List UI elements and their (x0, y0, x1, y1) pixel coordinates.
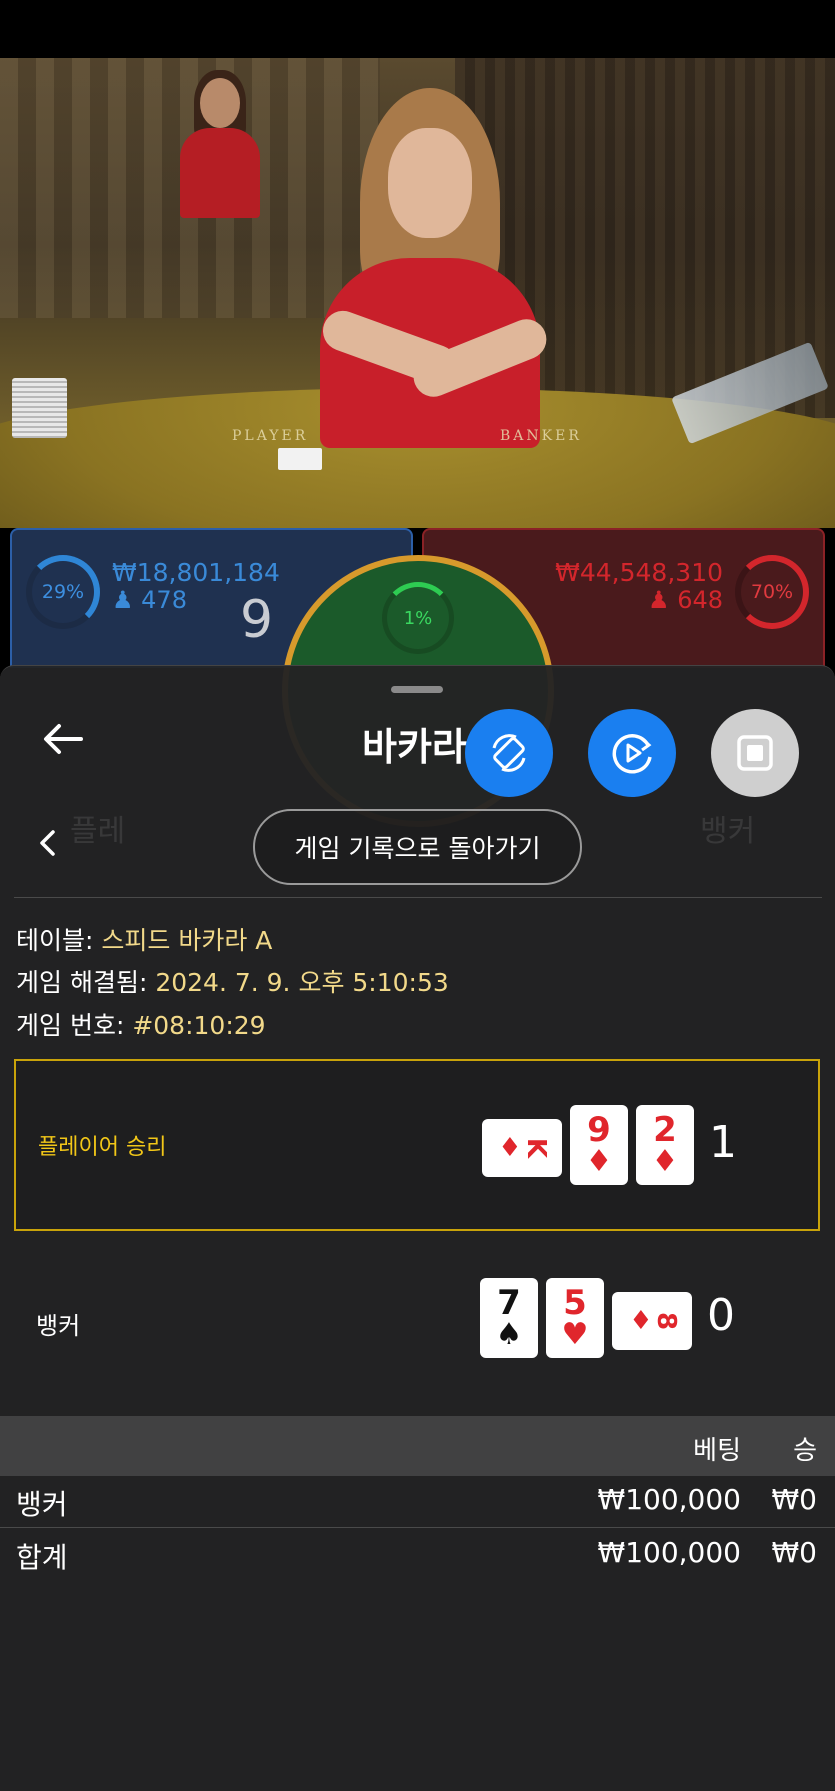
status-bar (0, 0, 835, 58)
playing-card: 2 ♦ (636, 1105, 694, 1185)
bet-column-header: 베팅 (693, 1436, 741, 1466)
game-number-label: 게임 번호: (16, 1011, 133, 1040)
ghost-text: 뱅커 (700, 814, 756, 849)
card-suit: ♥ (561, 1317, 589, 1352)
banker-result-total: 0 (707, 1290, 735, 1341)
player-percent-ring: 29% (26, 555, 100, 629)
dealer (300, 88, 560, 448)
divider (0, 1527, 835, 1528)
discard-pile (12, 378, 67, 438)
table-label-banker: BANKER (500, 428, 582, 444)
player-score: 9 (240, 590, 274, 650)
banker-count-value: 648 (677, 586, 723, 614)
resolved-info-label: 게임 해결됨: (16, 968, 156, 997)
table-info: 테이블: 스피드 바카라 A (16, 921, 272, 957)
card-suit: ♦ (498, 1133, 522, 1163)
player-count-value: 478 (141, 586, 187, 614)
rotate-view-button[interactable] (465, 709, 553, 797)
game-number-value: #08:10:29 (132, 1011, 266, 1040)
rotate-icon (492, 734, 526, 772)
previous-button[interactable] (30, 826, 64, 860)
card-suit: ♦ (585, 1144, 613, 1179)
tie-percent-ring: 1% (382, 582, 454, 654)
card-rank: 9 (587, 1110, 611, 1150)
back-to-history-button[interactable]: 게임 기록으로 돌아가기 (253, 809, 582, 885)
divider (14, 897, 822, 898)
stop-icon (737, 735, 773, 771)
table-info-label: 테이블: (16, 926, 102, 955)
bet-row-amount: ₩100,000 (597, 1483, 741, 1516)
chevron-left-icon (40, 830, 55, 856)
video-replay-button[interactable] (588, 709, 676, 797)
game-number-info: 게임 번호: #08:10:29 (16, 1006, 266, 1042)
card-rank: 2 (653, 1110, 677, 1150)
card-rank: 8 (650, 1311, 681, 1331)
card-rank: K (520, 1137, 551, 1159)
bet-total-amount: ₩100,000 (597, 1536, 741, 1569)
banker-result-label: 뱅커 (36, 1312, 81, 1340)
banker-bettor-count: ♟︎ 648 (648, 586, 723, 614)
table-label-player: PLAYER (232, 428, 309, 444)
table-info-value: 스피드 바카라 A (101, 926, 273, 955)
drag-handle[interactable] (391, 686, 443, 693)
playing-card: ♦ K (482, 1119, 562, 1177)
live-video-stream: PLAYER BANKER (0, 58, 835, 528)
bet-row-name: 뱅커 (16, 1488, 68, 1521)
back-button[interactable] (40, 716, 86, 762)
background-dealer (170, 68, 270, 218)
ghost-text: 플레 (70, 814, 126, 849)
playing-card: 5 ♥ (546, 1278, 604, 1358)
bet-total-win: ₩0 (771, 1536, 818, 1569)
person-icon: ♟︎ (648, 586, 670, 614)
stop-button[interactable] (711, 709, 799, 797)
table-card (278, 448, 322, 470)
video-replay-icon (612, 734, 652, 774)
banker-percent: 70% (750, 581, 794, 603)
bet-row-win: ₩0 (771, 1483, 818, 1516)
card-suit: ♠ (495, 1317, 523, 1352)
bet-total-row: 합계 ₩100,000 ₩0 (0, 1536, 835, 1586)
player-total-bet: ₩18,801,184 (112, 558, 280, 587)
back-arrow-icon (44, 724, 83, 754)
bets-table-header: 베팅 승 (0, 1416, 835, 1476)
card-suit: ♦ (651, 1144, 679, 1179)
player-result-label: 플레이어 승리 (38, 1135, 167, 1160)
bet-row: 뱅커 ₩100,000 ₩0 (0, 1483, 835, 1533)
banker-total-bet: ₩44,548,310 (555, 558, 723, 587)
bet-total-name: 합계 (16, 1541, 68, 1574)
game-history-panel: 플레 뱅커 바카라 게임 기록으로 돌아가기 테이블: 스피드 바카라 A 게임… (0, 665, 835, 1791)
card-suit: ♦ (629, 1306, 653, 1336)
playing-card: 7 ♠ (480, 1278, 538, 1358)
player-percent: 29% (41, 581, 85, 603)
tie-percent: 1% (403, 607, 433, 629)
playing-card: ♦ 8 (612, 1292, 692, 1350)
person-icon: ♟︎ (112, 586, 134, 614)
card-rank: 5 (563, 1283, 587, 1323)
panel-title: 바카라 (362, 725, 467, 769)
player-bettor-count: ♟︎ 478 (112, 586, 187, 614)
player-result-total: 1 (709, 1117, 737, 1168)
banker-percent-ring: 70% (735, 555, 809, 629)
win-column-header: 승 (793, 1436, 817, 1466)
resolved-info-value: 2024. 7. 9. 오후 5:10:53 (155, 968, 449, 997)
playing-card: 9 ♦ (570, 1105, 628, 1185)
resolved-info: 게임 해결됨: 2024. 7. 9. 오후 5:10:53 (16, 963, 449, 999)
banker-result-row: 뱅커 7 ♠ 5 ♥ ♦ 8 0 (14, 1234, 820, 1406)
player-result-row: 플레이어 승리 ♦ K 9 ♦ 2 ♦ 1 (14, 1059, 820, 1231)
card-rank: 7 (497, 1283, 521, 1323)
